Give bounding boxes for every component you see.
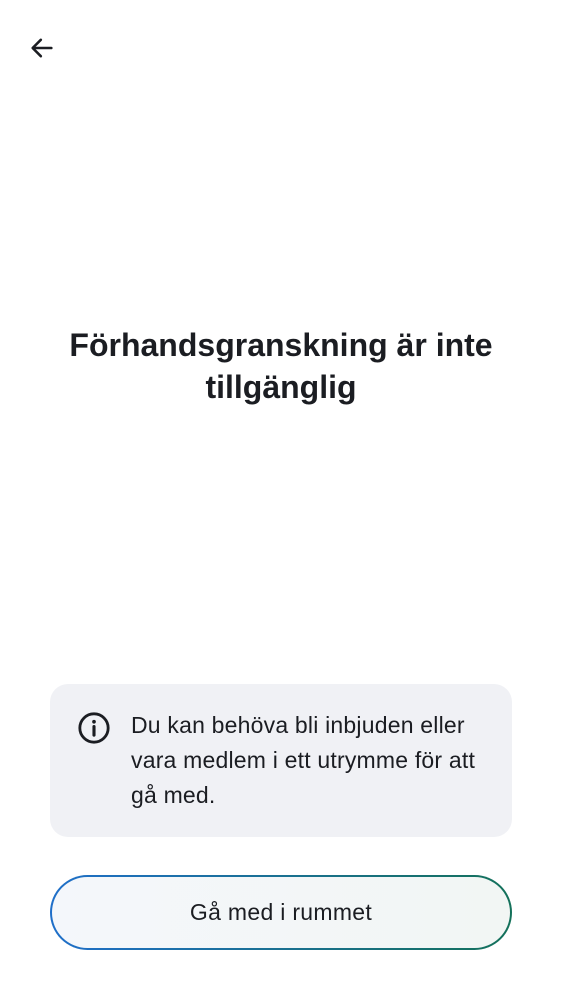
join-room-label: Gå med i rummet: [189, 899, 373, 925]
back-button[interactable]: [20, 28, 64, 72]
info-card: Du kan behöva bli inbjuden eller vara me…: [50, 684, 512, 837]
page-title: Förhandsgranskning är inte tillgänglig: [69, 327, 493, 405]
info-message: Du kan behöva bli inbjuden eller vara me…: [131, 712, 476, 808]
info-circle-icon: [77, 711, 111, 745]
join-room-button[interactable]: Gå med i rummet: [50, 875, 512, 950]
arrow-left-icon: [28, 34, 56, 67]
